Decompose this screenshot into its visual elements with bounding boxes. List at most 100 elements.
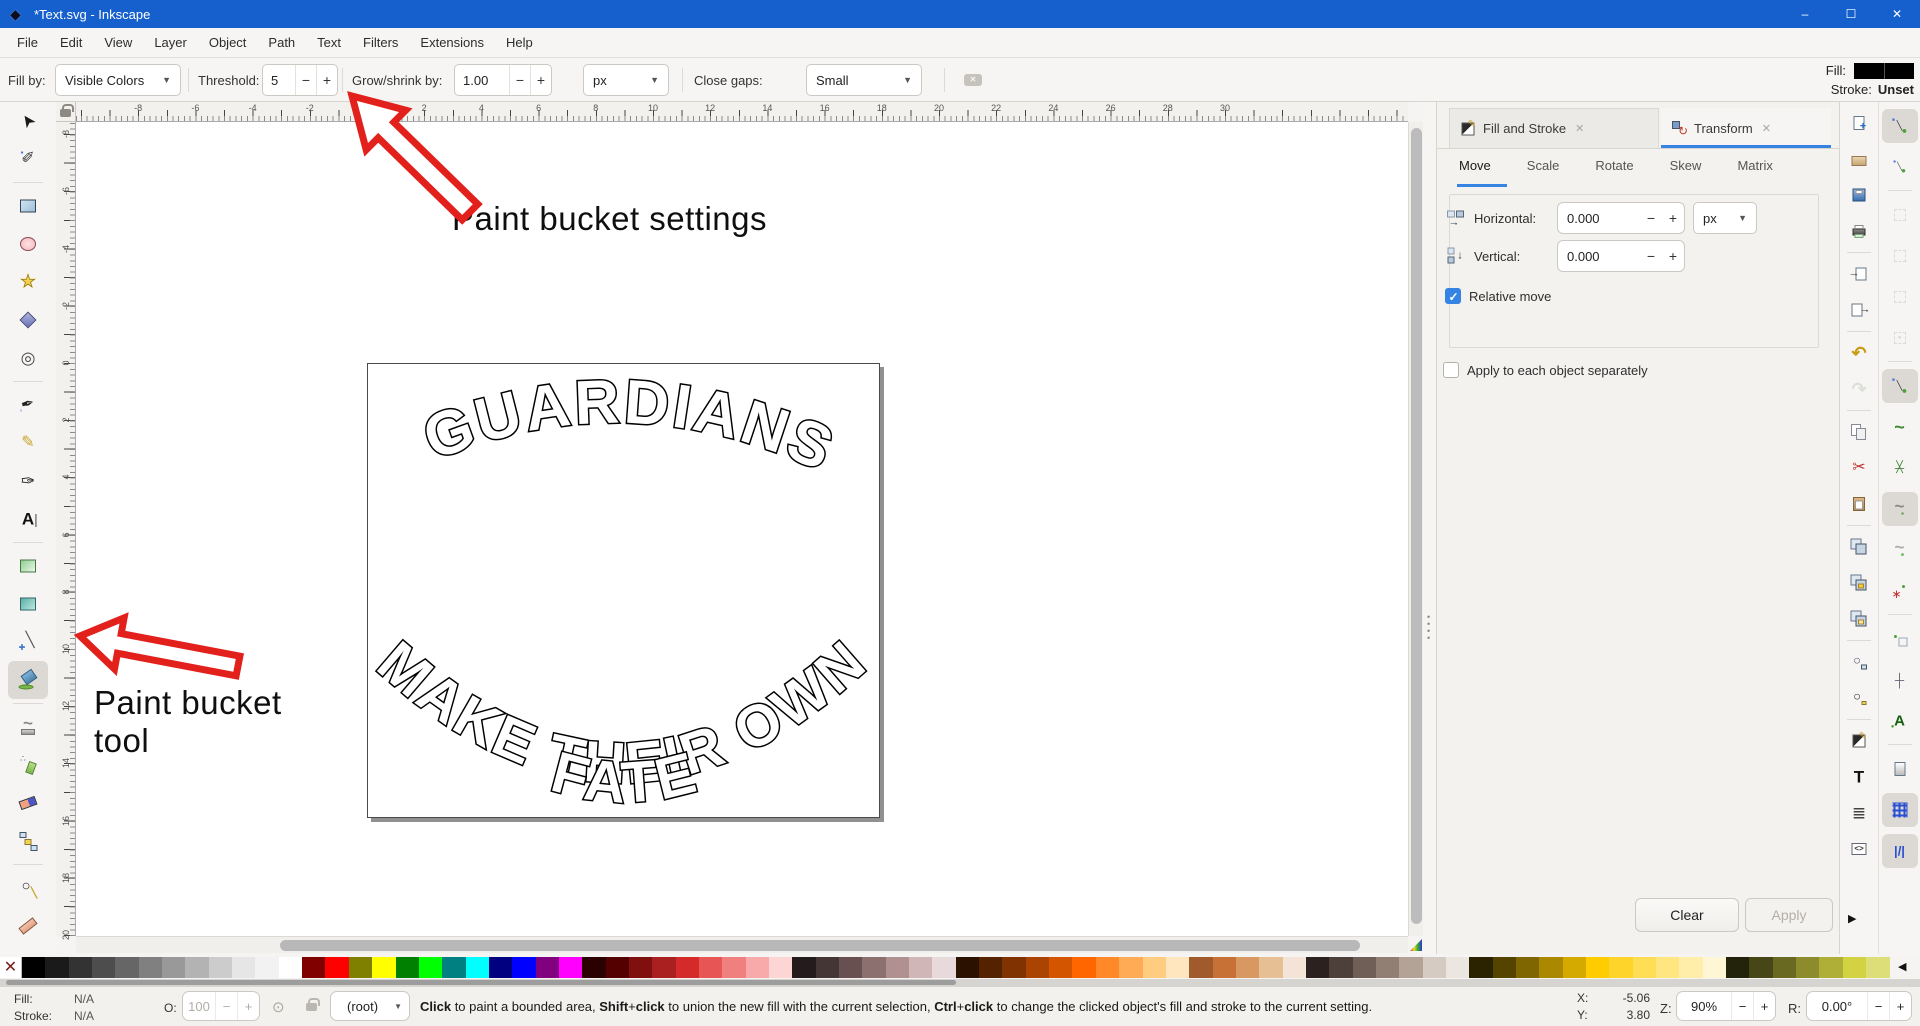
apply-each-checkbox[interactable] — [1443, 362, 1459, 378]
snap-cusp-nodes-icon[interactable]: ~▪ — [1882, 492, 1918, 526]
relative-move-checkbox[interactable] — [1445, 288, 1461, 304]
box3d-tool[interactable] — [8, 301, 48, 339]
scrollbar-thumb[interactable] — [6, 980, 956, 985]
menu-filters[interactable]: Filters — [352, 28, 409, 57]
pen-tool[interactable]: ✒▫ — [8, 386, 48, 424]
layer-lock-icon[interactable] — [306, 1003, 317, 1011]
snap-bbox-edges-icon[interactable] — [1882, 198, 1918, 232]
duplicate-icon[interactable] — [1844, 532, 1874, 562]
menu-layer[interactable]: Layer — [143, 28, 198, 57]
text-dialog-icon[interactable]: T — [1844, 762, 1874, 792]
color-swatch[interactable] — [1446, 957, 1469, 978]
color-swatch[interactable] — [349, 957, 372, 978]
color-swatch[interactable] — [629, 957, 652, 978]
zoom-spinbox[interactable]: 90% − + — [1676, 991, 1776, 1021]
color-swatch[interactable] — [1376, 957, 1399, 978]
color-swatch[interactable] — [676, 957, 699, 978]
vertical-input[interactable]: 0.000 − + — [1557, 240, 1685, 272]
selector-tool[interactable]: ➤ — [8, 102, 48, 140]
color-swatch[interactable] — [559, 957, 582, 978]
color-swatch[interactable] — [139, 957, 162, 978]
color-swatch[interactable] — [1143, 957, 1166, 978]
transform-tab-rotate[interactable]: Rotate — [1595, 158, 1633, 173]
color-swatch[interactable] — [816, 957, 839, 978]
clone-icon[interactable] — [1844, 568, 1874, 598]
menu-view[interactable]: View — [93, 28, 143, 57]
clear-button[interactable]: Clear — [1635, 898, 1739, 932]
snap-path-intersections-icon[interactable]: ─╳ — [1882, 451, 1918, 485]
cut-icon[interactable]: ✂ — [1844, 453, 1874, 483]
menu-path[interactable]: Path — [257, 28, 306, 57]
rectangle-tool[interactable] — [8, 187, 48, 225]
color-swatch[interactable] — [372, 957, 395, 978]
close-icon[interactable]: ✕ — [1575, 122, 1584, 135]
color-swatch[interactable] — [1353, 957, 1376, 978]
color-swatch[interactable] — [92, 957, 115, 978]
palette-scrollbar[interactable] — [0, 979, 1920, 986]
decrement-button[interactable]: − — [509, 65, 530, 95]
color-swatch[interactable] — [1539, 957, 1562, 978]
zoom-tool[interactable]: ○╲ — [8, 869, 48, 907]
transform-tab-scale[interactable]: Scale — [1527, 158, 1560, 173]
measure-tool[interactable] — [8, 907, 48, 945]
color-swatch[interactable] — [979, 957, 1002, 978]
apply-button[interactable]: Apply — [1745, 898, 1833, 932]
select-original-icon[interactable]: ○ — [1844, 647, 1874, 677]
canvas[interactable]: GUARDIANS MAKE THEIR OWN FATE — [76, 122, 1408, 936]
maximize-button[interactable]: ☐ — [1828, 0, 1874, 28]
color-swatch[interactable] — [1516, 957, 1539, 978]
color-swatch[interactable] — [185, 957, 208, 978]
color-swatch[interactable] — [909, 957, 932, 978]
increment-button[interactable]: + — [237, 992, 259, 1020]
xml-editor-icon[interactable]: <> — [1844, 834, 1874, 864]
menu-file[interactable]: File — [6, 28, 49, 57]
text-tool[interactable]: A| — [8, 500, 48, 538]
node-tool[interactable]: ✐▪ — [8, 140, 48, 178]
color-swatch[interactable] — [1049, 957, 1072, 978]
color-swatch[interactable] — [419, 957, 442, 978]
color-swatch[interactable] — [1306, 957, 1329, 978]
layers-dialog-icon[interactable]: ≣ — [1844, 798, 1874, 828]
snap-others-icon[interactable]: ● — [1882, 622, 1918, 656]
increment-button[interactable]: + — [530, 65, 551, 95]
color-swatch[interactable] — [536, 957, 559, 978]
horizontal-scrollbar[interactable] — [76, 936, 1408, 953]
snap-page-border-icon[interactable] — [1882, 752, 1918, 786]
color-swatch[interactable] — [1843, 957, 1866, 978]
export-icon[interactable]: → — [1844, 295, 1874, 325]
color-swatch[interactable] — [1072, 957, 1095, 978]
color-swatch[interactable] — [1236, 957, 1259, 978]
color-swatch[interactable] — [722, 957, 745, 978]
increment-button[interactable]: + — [1889, 992, 1911, 1020]
color-swatch[interactable] — [746, 957, 769, 978]
color-swatch[interactable] — [582, 957, 605, 978]
opacity-spinbox[interactable]: 100 − + — [182, 991, 260, 1021]
close-button[interactable]: ✕ — [1874, 0, 1920, 28]
color-swatch[interactable] — [1283, 957, 1306, 978]
menu-help[interactable]: Help — [495, 28, 544, 57]
color-swatch[interactable] — [512, 957, 535, 978]
dropper-tool[interactable]: ╲✚ — [8, 623, 48, 661]
gradient-tool[interactable] — [8, 547, 48, 585]
snap-guides-icon[interactable]: |/| — [1882, 834, 1918, 868]
commands-overflow-icon[interactable]: ▶ — [1848, 912, 1856, 925]
no-color-swatch[interactable]: ✕ — [0, 957, 22, 978]
horizontal-input[interactable]: 0.000 − + — [1557, 202, 1685, 234]
snap-enable-icon[interactable]: ▪╲● — [1882, 109, 1918, 143]
color-swatch[interactable] — [22, 957, 45, 978]
color-swatch[interactable] — [442, 957, 465, 978]
color-swatch[interactable] — [1633, 957, 1656, 978]
layer-dropdown[interactable]: (root) ▼ — [330, 991, 410, 1021]
color-swatch[interactable] — [255, 957, 278, 978]
color-swatch[interactable] — [1866, 957, 1889, 978]
print-icon[interactable] — [1844, 216, 1874, 246]
increment-button[interactable]: + — [1753, 992, 1775, 1020]
snap-bbox-corners-icon[interactable]: ▪ — [1882, 239, 1918, 273]
color-swatch[interactable] — [1679, 957, 1702, 978]
color-swatch[interactable] — [325, 957, 348, 978]
tweak-tool[interactable]: ~ — [8, 708, 48, 746]
unit-dropdown[interactable]: px▼ — [1693, 202, 1757, 234]
snap-grid-icon[interactable] — [1882, 793, 1918, 827]
unlink-clone-icon[interactable] — [1844, 604, 1874, 634]
vertical-scrollbar[interactable] — [1408, 122, 1423, 936]
